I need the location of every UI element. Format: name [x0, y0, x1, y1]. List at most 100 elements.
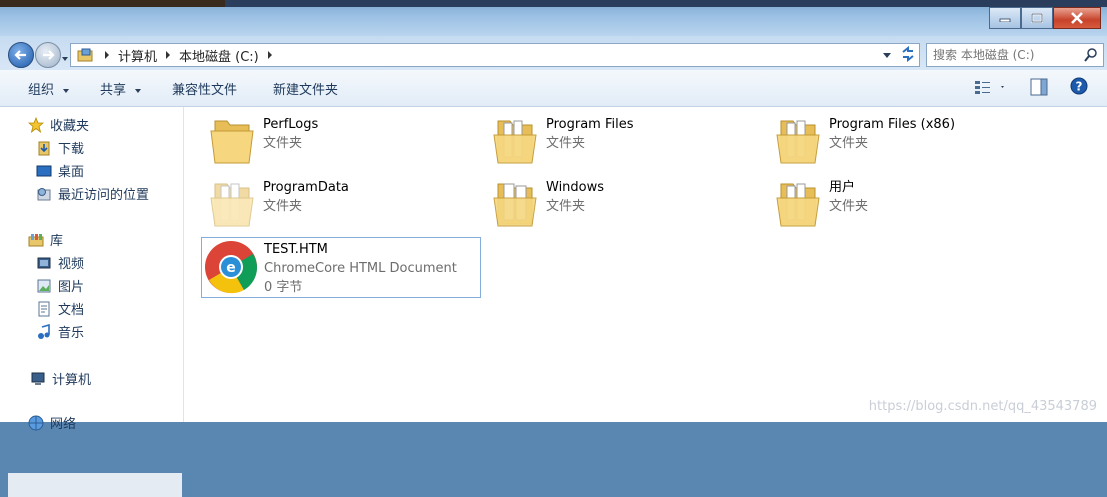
item-type: 文件夹: [546, 199, 586, 214]
refresh-button[interactable]: [898, 43, 918, 65]
downloads-icon: [36, 140, 52, 156]
documents-icon: [36, 301, 52, 317]
folder-icon: [210, 120, 254, 164]
folder-item-program-files-x86[interactable]: Program Files (x86) 文件夹: [775, 115, 955, 171]
background-strip-2: [225, 0, 1107, 7]
organize-menu[interactable]: 组织: [28, 79, 70, 98]
folder-icon: [776, 183, 820, 227]
nav-documents[interactable]: 文档: [36, 299, 84, 318]
item-type: 文件夹: [263, 136, 303, 151]
nav-computer[interactable]: 计算机: [30, 369, 91, 388]
nav-desktop-label: 桌面: [58, 165, 85, 180]
search-box[interactable]: [926, 43, 1104, 67]
forward-button[interactable]: [35, 42, 61, 68]
nav-recent-places-label: 最近访问的位置: [58, 188, 150, 203]
command-bar: 组织 共享 兼容性文件 新建文件夹 ?: [0, 70, 1107, 107]
nav-libraries-label: 库: [50, 234, 64, 249]
folder-item-perflogs[interactable]: PerfLogs 文件夹: [209, 115, 318, 171]
folder-icon: [776, 120, 820, 164]
watermark: https://blog.csdn.net/qq_43543789: [868, 399, 1097, 414]
nav-favorites-label: 收藏夹: [50, 119, 90, 134]
item-name: ProgramData: [263, 180, 349, 195]
share-menu[interactable]: 共享: [100, 79, 142, 98]
desktop-icon: [36, 163, 52, 179]
file-item-test-htm[interactable]: e TEST.HTM ChromeCore HTML Document 0 字节: [204, 240, 457, 296]
item-size: 0 字节: [264, 280, 303, 295]
breadcrumb-arrow-icon: [166, 51, 171, 59]
music-icon: [36, 323, 52, 340]
search-icon[interactable]: [1084, 48, 1098, 62]
close-button[interactable]: [1053, 7, 1101, 29]
nav-pictures-label: 图片: [58, 280, 85, 295]
address-bar[interactable]: 计算机 本地磁盘 (C:): [70, 43, 920, 67]
window-controls: [989, 7, 1101, 29]
nav-desktop[interactable]: 桌面: [36, 161, 84, 180]
nav-network[interactable]: 网络: [28, 413, 76, 432]
preview-pane-icon: [1030, 78, 1048, 96]
item-type: ChromeCore HTML Document: [264, 261, 457, 276]
nav-computer-label: 计算机: [52, 373, 92, 388]
star-icon: [28, 116, 44, 133]
new-folder-button[interactable]: 新建文件夹: [273, 79, 338, 98]
folder-item-users[interactable]: 用户 文件夹: [775, 178, 868, 234]
chrome-html-icon: e: [205, 241, 258, 294]
breadcrumb-drive-c[interactable]: 本地磁盘 (C:): [179, 46, 259, 65]
address-dropdown-icon[interactable]: [882, 52, 892, 60]
preview-pane-button[interactable]: [1030, 78, 1048, 100]
item-type: 文件夹: [263, 199, 303, 214]
view-list-icon: [975, 81, 1004, 94]
svg-text:e: e: [226, 260, 236, 276]
view-options-button[interactable]: [975, 80, 1005, 98]
new-folder-label: 新建文件夹: [273, 83, 339, 98]
back-button[interactable]: [8, 42, 34, 68]
folder-icon: [493, 183, 537, 227]
item-name: PerfLogs: [263, 117, 319, 132]
videos-icon: [36, 255, 52, 271]
item-type: 文件夹: [829, 136, 869, 151]
folder-item-programdata[interactable]: ProgramData 文件夹: [209, 178, 349, 234]
breadcrumb-arrow-icon: [105, 51, 109, 59]
nav-documents-label: 文档: [58, 303, 85, 318]
item-type: 文件夹: [546, 136, 586, 151]
item-name: 用户: [829, 180, 856, 195]
forward-arrow-icon: [43, 50, 55, 60]
help-icon: ?: [1070, 77, 1088, 95]
nav-music-label: 音乐: [58, 326, 85, 341]
maximize-button[interactable]: [1021, 7, 1053, 29]
libraries-icon: [28, 232, 44, 248]
nav-favorites[interactable]: 收藏夹: [28, 115, 89, 134]
maximize-icon: [1031, 13, 1043, 23]
nav-videos[interactable]: 视频: [36, 253, 84, 272]
background-strip: [0, 0, 225, 7]
item-name: Windows: [546, 180, 605, 195]
folder-item-windows[interactable]: Windows 文件夹: [492, 178, 604, 234]
chevron-down-icon: [135, 89, 142, 93]
computer-folder-icon: [77, 48, 93, 62]
folder-icon: [210, 183, 254, 227]
folder-item-program-files[interactable]: Program Files 文件夹: [492, 115, 634, 171]
help-button[interactable]: ?: [1070, 77, 1088, 99]
refresh-icon: [902, 46, 914, 62]
nav-libraries[interactable]: 库: [28, 230, 63, 249]
breadcrumb-computer[interactable]: 计算机: [118, 46, 157, 65]
search-input[interactable]: [927, 47, 1080, 63]
history-dropdown[interactable]: [61, 51, 69, 66]
item-name: Program Files: [546, 117, 634, 132]
address-row: 计算机 本地磁盘 (C:): [0, 36, 1107, 70]
close-icon: [1071, 12, 1083, 24]
nav-recent-places[interactable]: 最近访问的位置: [36, 184, 149, 203]
chevron-down-icon: [62, 57, 68, 61]
nav-music[interactable]: 音乐: [36, 322, 84, 341]
item-name: Program Files (x86): [829, 117, 956, 132]
back-arrow-icon: [14, 50, 26, 60]
navigation-pane: 收藏夹 下载 桌面 最近访问的位置 库 视频 图片 文档 音乐 计算机 网络: [0, 107, 184, 497]
pictures-icon: [36, 278, 52, 294]
breadcrumb-arrow-icon: [267, 51, 272, 59]
nav-downloads[interactable]: 下载: [36, 138, 84, 157]
minimize-button[interactable]: [989, 7, 1021, 29]
compat-files-button[interactable]: 兼容性文件: [172, 79, 237, 98]
nav-pictures[interactable]: 图片: [36, 276, 84, 295]
recent-places-icon: [36, 186, 52, 202]
share-label: 共享: [100, 83, 127, 98]
chevron-down-icon: [63, 89, 70, 93]
